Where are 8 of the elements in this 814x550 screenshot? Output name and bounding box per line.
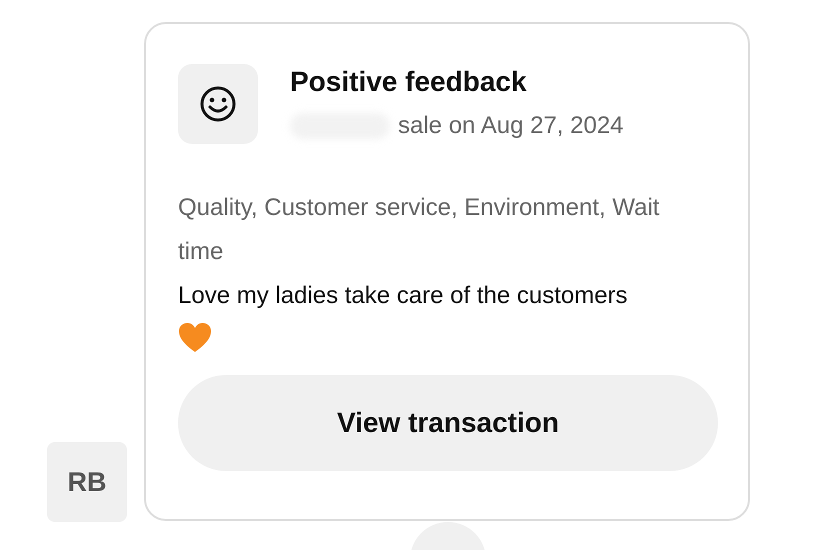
feedback-title: Positive feedback [290, 66, 528, 98]
feedback-tags: Quality, Customer service, Environment, Wait time [178, 186, 698, 274]
user-avatar: RB [47, 442, 127, 522]
sale-date: sale on Aug 27, 2024 [398, 112, 624, 140]
smiley-face-icon [178, 64, 258, 144]
heart-icon [178, 322, 212, 353]
feedback-comment: Love my ladies take care of the customers [178, 281, 629, 311]
view-transaction-button[interactable]: View transaction [178, 375, 718, 471]
